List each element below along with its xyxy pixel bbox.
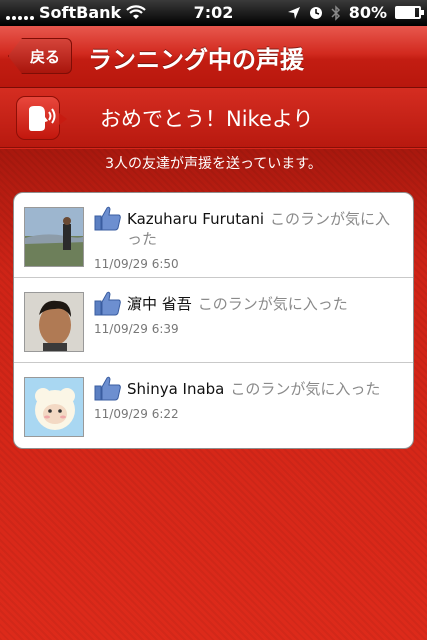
avatar: [24, 377, 84, 437]
like-action: このランが気に入った: [197, 295, 348, 313]
list-item[interactable]: Kazuharu Furutani このランが気に入った 11/09/29 6:5…: [14, 193, 413, 278]
like-thumbs-up-icon: [94, 376, 121, 401]
list-item[interactable]: Shinya Inaba このランが気に入った 11/09/29 6:22: [14, 363, 413, 448]
entry-text: Kazuharu Furutani このランが気に入った: [127, 209, 403, 249]
avatar: [24, 207, 84, 267]
cheer-message: おめでとう！Nikeより: [100, 107, 314, 131]
cheer-banner[interactable]: おめでとう！Nikeより: [0, 88, 427, 148]
bluetooth-icon: [331, 4, 340, 21]
entry-text: Shinya Inaba このランが気に入った: [127, 379, 403, 399]
cheer-speaker-icon: [16, 96, 67, 140]
user-name: Kazuharu Furutani: [127, 210, 265, 228]
friends-cheering-count: 3人の友達が声援を送っています。: [105, 156, 322, 172]
cheer-list: Kazuharu Furutani このランが気に入った 11/09/29 6:5…: [13, 192, 414, 449]
battery-fill: [397, 8, 415, 17]
battery-percent: 80%: [348, 3, 387, 22]
timestamp: 11/09/29 6:22: [94, 407, 179, 421]
page-title: ランニング中の声援: [88, 45, 304, 74]
back-button[interactable]: 戻る: [8, 38, 72, 74]
user-name: 濵中 省吾: [127, 295, 192, 313]
like-thumbs-up-icon: [94, 206, 121, 231]
like-thumbs-up-icon: [94, 291, 121, 316]
status-bar: SoftBank 7:02 80%: [0, 0, 427, 26]
alarm-clock-icon: [309, 6, 322, 19]
timestamp: 11/09/29 6:39: [94, 322, 179, 336]
battery-icon: [395, 6, 424, 19]
like-action: このランが気に入った: [230, 380, 381, 398]
navigation-bar: 戻る ランニング中の声援: [0, 26, 427, 88]
entry-text: 濵中 省吾 このランが気に入った: [127, 294, 403, 314]
timestamp: 11/09/29 6:50: [94, 257, 179, 271]
list-item[interactable]: 濵中 省吾 このランが気に入った 11/09/29 6:39: [14, 278, 413, 363]
speaker-head-icon: [29, 106, 56, 131]
user-name: Shinya Inaba: [127, 380, 225, 398]
avatar: [24, 292, 84, 352]
location-arrow-icon: [287, 6, 300, 19]
status-right: 80%: [287, 3, 424, 22]
